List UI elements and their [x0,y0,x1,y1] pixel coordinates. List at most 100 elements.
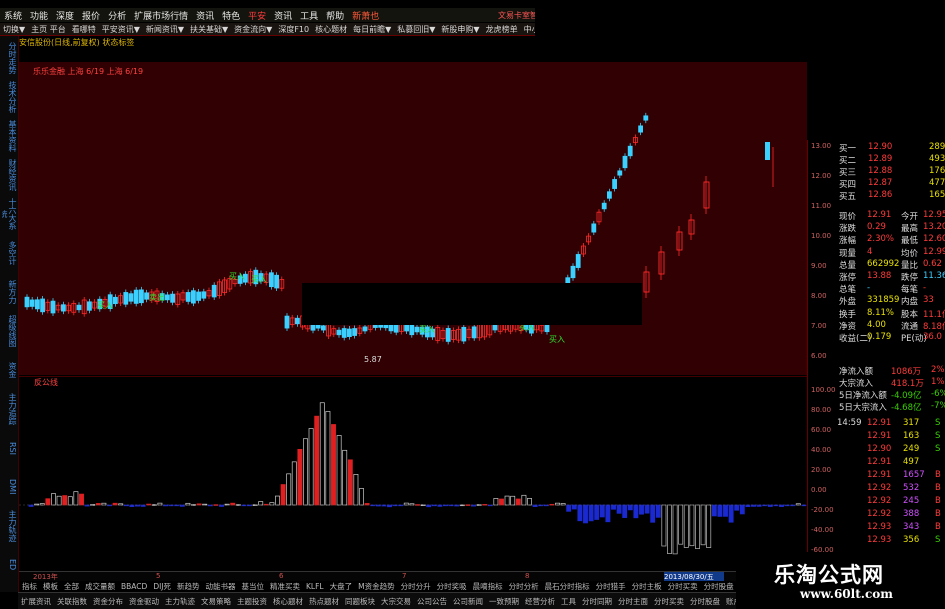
menu-item[interactable]: 资讯 [274,9,292,22]
indicator-tab[interactable]: 精准买卖 [270,581,300,592]
menu-item[interactable]: 资讯 [196,9,214,22]
quote-row: 12.91 163 S [837,431,945,443]
indicator-tab[interactable]: 动能书器 [206,581,236,592]
indicator-bar [51,493,56,506]
left-tab[interactable]: 技术分析 [2,79,17,115]
status-item[interactable]: 主力轨迹 [165,596,195,607]
left-tab[interactable]: 财经资讯 [2,157,17,193]
left-tab[interactable]: 主力轨迹 [2,508,17,544]
left-tab[interactable]: 基本资料 [2,118,17,154]
left-tab[interactable]: 新方力 [2,274,17,310]
indicator-tab[interactable]: M资金趋势 [358,581,394,592]
price-tick: 8.00 [811,292,827,300]
left-tab[interactable]: ED [2,547,17,583]
indicator-tab[interactable]: 新趋势 [177,581,200,592]
indicator-tab[interactable]: 分时分升 [401,581,431,592]
status-item[interactable]: 核心题材 [273,596,303,607]
left-tab[interactable]: 资金 [2,352,17,388]
status-item[interactable]: 资金分布 [93,596,123,607]
tick-side: S [935,418,941,428]
status-item[interactable]: 资金驱动 [129,596,159,607]
toolbar-item[interactable]: 看哪特 [72,24,96,35]
status-item[interactable]: 扩展资讯 [21,596,51,607]
menu-item[interactable]: 特色 [222,9,240,22]
toolbar-item[interactable]: 扶关基础▼ [190,24,228,35]
left-tab[interactable]: 分时走势 [2,40,17,76]
indicator-tab[interactable]: 大盘了 [330,581,353,592]
menu-item[interactable]: 帮助 [326,9,344,22]
status-item[interactable]: 公司公告 [417,596,447,607]
status-item[interactable]: 分时同期 [582,596,612,607]
toolbar-item[interactable]: 深度F10 [278,24,309,35]
menu-item[interactable]: 功能 [30,9,48,22]
menu-item[interactable]: 深度 [56,9,74,22]
indicator-tab[interactable]: 分时奖吸 [437,581,467,592]
status-item[interactable]: 热点题材 [309,596,339,607]
menu-item[interactable]: 工具 [300,9,318,22]
indicator-tab[interactable]: 成交量额 [85,581,115,592]
status-item[interactable]: 一致预期 [489,596,519,607]
status-item[interactable]: 主题投资 [237,596,267,607]
status-item[interactable]: 分时主面 [618,596,648,607]
indicator-tab[interactable]: 分时分析 [509,581,539,592]
indicator-tab[interactable]: 指标 [22,581,37,592]
toolbar-item[interactable]: 私募回旧▼ [397,24,435,35]
kline-candle [320,325,326,331]
indicator-tab[interactable]: 基当位 [242,581,265,592]
indicator-tab[interactable]: KLFL [306,582,324,591]
kline-candle [622,155,628,169]
status-item[interactable]: 文易策略 [201,596,231,607]
indicator-tab[interactable]: 晨石分时指标 [545,581,590,592]
indicator-bar [73,491,79,506]
quote-row: 收益(二) 0.179 PE(动) 36.0 [837,332,945,344]
toolbar-item[interactable]: 切换▼ [3,24,25,35]
indicator-tab[interactable]: 全部 [64,581,79,592]
left-tab[interactable]: 超级线图 [2,313,17,349]
status-item[interactable]: 同题板块 [345,596,375,607]
buy-signal-label: 买入 [549,335,565,344]
kline-candle [643,271,650,293]
menu-item[interactable]: 分析 [108,9,126,22]
bid-price: 12.87 [868,178,893,188]
indicator-chart-area[interactable] [19,376,812,570]
status-item[interactable]: 关联指数 [57,596,87,607]
indicator-tab[interactable]: 晨嘀指标 [473,581,503,592]
toolbar-item[interactable]: 新闻资讯▼ [146,24,184,35]
status-item[interactable]: 分时股盘 [690,596,720,607]
indicator-tab[interactable]: BBACD [121,582,147,591]
quote-row: 12.92 532 B [837,483,945,495]
toolbar-item[interactable]: 新股申购▼ [441,24,479,35]
status-item[interactable]: 公司新闻 [453,596,483,607]
left-tab[interactable]: 多空计 [2,235,17,271]
indicator-tab[interactable]: 分时猎手 [596,581,626,592]
kline-chart-area[interactable]: 买入 买入 卖出 买入 买入 买入 买入 5.87 [19,62,807,375]
indicator-tab[interactable]: 分时买卖 [668,581,698,592]
indicator-tick: -40.00 [811,526,834,534]
menu-item[interactable]: 扩展市场行情 [134,9,188,22]
left-tab[interactable]: 主力追踪 [2,391,17,427]
status-item[interactable]: 分时买卖 [654,596,684,607]
status-item[interactable]: 工具 [561,596,576,607]
menu-item[interactable]: 报价 [82,9,100,22]
status-item[interactable]: 大宗交易 [381,596,411,607]
toolbar-item[interactable]: 资金流向▼ [234,24,272,35]
toolbar-item[interactable]: 平安资讯▼ [102,24,140,35]
indicator-tab[interactable]: DIJ死 [153,581,171,592]
menu-item[interactable]: 系统 [4,9,22,22]
menu-item[interactable]: 新萧也 [352,9,379,22]
indicator-tab[interactable]: 分时主板 [632,581,662,592]
indicator-tab[interactable]: 模板 [43,581,58,592]
left-tab[interactable]: 十六大系统 [2,196,17,232]
stat-value: 12.91 [867,210,892,220]
toolbar-item[interactable]: 核心题材 [315,24,347,35]
toolbar-item[interactable]: 龙虎榜单 [486,24,518,35]
indicator-tab[interactable]: 分时股盘 [704,581,734,592]
status-item[interactable]: 经营分析 [525,596,555,607]
indicator-tick: 100.00 [811,386,836,394]
toolbar-item[interactable]: 主页 平台 [31,24,66,35]
menu-item[interactable]: 平安 [248,9,266,22]
toolbar-item[interactable]: 每日前瞻▼ [353,24,391,35]
left-tab[interactable]: RSI [2,430,17,466]
stat-value-2: 12.60 [923,234,945,245]
left-tab[interactable]: DMI [2,469,17,505]
